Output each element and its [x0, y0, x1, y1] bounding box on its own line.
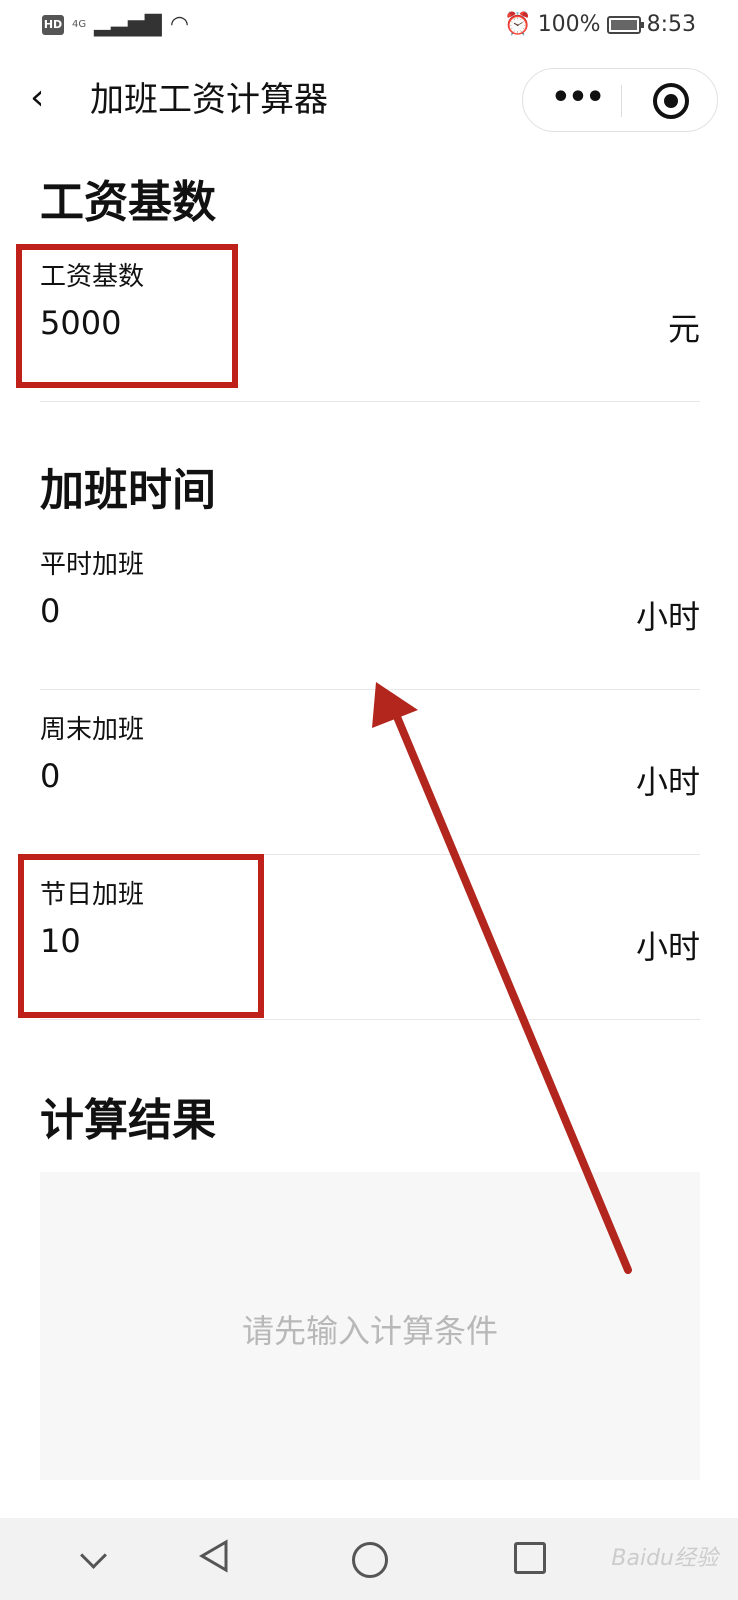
- page-title: 加班工资计算器: [90, 80, 328, 120]
- hd-badge: HD: [42, 14, 64, 35]
- alarm-icon: ⏰: [504, 12, 532, 37]
- highlight-box-holiday: [18, 854, 264, 1018]
- weekend-overtime-field[interactable]: 周末加班 0 小时: [40, 695, 700, 855]
- regular-overtime-input[interactable]: 0: [40, 592, 60, 630]
- status-right: ⏰ 100% 8:53: [504, 12, 696, 37]
- regular-overtime-label: 平时加班: [40, 550, 145, 580]
- result-placeholder: 请先输入计算条件: [241, 1312, 498, 1350]
- battery-icon: [606, 15, 644, 34]
- watermark: Baidu经验: [611, 1546, 718, 1571]
- highlight-box-salary: [16, 244, 238, 388]
- network-type: 4G: [72, 19, 87, 30]
- capsule-divider: [621, 85, 622, 117]
- overtime-section-title: 加班时间: [40, 465, 216, 516]
- back-button[interactable]: ‹: [30, 78, 70, 122]
- target-icon[interactable]: [653, 83, 689, 119]
- system-nav-bar: Baidu经验: [0, 1518, 738, 1600]
- status-bar: HD 4G ▂▃▅▇ ◠ ⏰ 100% 8:53: [0, 0, 738, 52]
- regular-overtime-field[interactable]: 平时加班 0 小时: [40, 530, 700, 690]
- battery-percent: 100%: [537, 12, 601, 37]
- status-left: HD 4G ▂▃▅▇ ◠: [42, 12, 189, 37]
- result-panel: 请先输入计算条件: [40, 1172, 700, 1480]
- signal-icon: ▂▃▅▇: [94, 12, 162, 37]
- clock: 8:53: [646, 12, 696, 37]
- holiday-overtime-unit: 小时: [635, 928, 700, 966]
- weekend-overtime-label: 周末加班: [40, 715, 145, 745]
- chevron-down-icon[interactable]: [72, 1538, 116, 1582]
- regular-overtime-unit: 小时: [635, 598, 700, 636]
- salary-section-title: 工资基数: [40, 177, 216, 228]
- result-section-title: 计算结果: [40, 1095, 216, 1146]
- nav-bar: ‹ 加班工资计算器 •••: [0, 58, 738, 144]
- more-button[interactable]: •••: [549, 83, 605, 117]
- weekend-overtime-unit: 小时: [635, 763, 700, 801]
- recents-square-icon[interactable]: [510, 1538, 554, 1582]
- chevron-left-icon: ‹: [30, 77, 45, 118]
- wifi-icon: ◠: [169, 12, 190, 37]
- more-dots-icon: •••: [551, 80, 605, 115]
- salary-unit: 元: [667, 310, 700, 348]
- back-triangle-icon[interactable]: [196, 1538, 240, 1582]
- weekend-overtime-input[interactable]: 0: [40, 757, 60, 795]
- home-circle-icon[interactable]: [348, 1538, 392, 1582]
- mini-program-capsule: •••: [522, 68, 718, 132]
